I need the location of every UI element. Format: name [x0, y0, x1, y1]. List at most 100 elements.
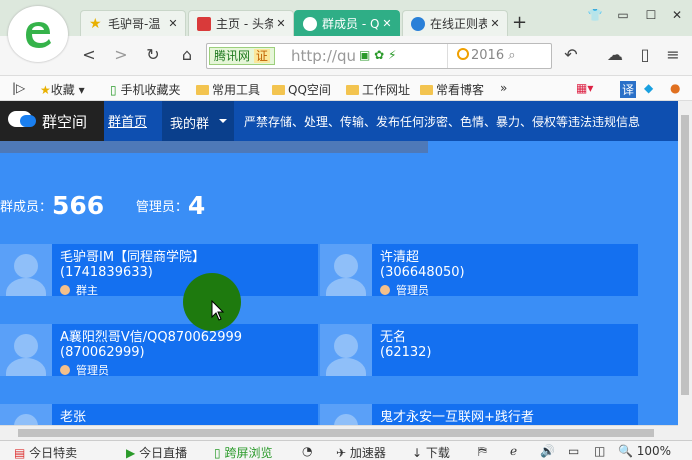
phone-icon: ▯ — [214, 446, 221, 460]
close-icon[interactable]: ✕ — [487, 17, 503, 30]
member-name[interactable]: 无名 — [380, 326, 406, 345]
site-logo[interactable]: 群空间 — [0, 101, 104, 141]
qq-group-icon — [303, 16, 317, 31]
status-history-icon[interactable]: ◔ — [302, 444, 312, 458]
close-icon[interactable]: ✕ — [273, 17, 289, 30]
translate-icon[interactable]: 译 — [620, 81, 637, 98]
member-name[interactable]: 许清超 — [380, 246, 419, 265]
tab-2[interactable]: 主页 - 头条 ✕ — [188, 10, 294, 36]
member-card[interactable]: A襄阳烈哥V信/QQ870062999 (870062999) 管理员 — [0, 324, 318, 377]
status-icon-3[interactable]: ◫ — [594, 444, 605, 458]
member-name[interactable]: 毛驴哥IM【同程商学院】 — [60, 246, 205, 265]
extension-icon-2[interactable]: ● — [670, 81, 680, 95]
status-ie-icon[interactable]: ℯ — [510, 444, 517, 458]
vertical-scrollbar[interactable] — [678, 101, 692, 440]
status-live[interactable]: ▶ 今日直播 — [126, 444, 187, 460]
admins-count: 4 — [187, 191, 206, 220]
sidebar-toggle-icon[interactable]: |▷ — [12, 81, 25, 95]
warning-text: 严禁存储、处理、传输、发布任何涉密、色情、暴力、侵权等违法违规信息 — [244, 115, 641, 129]
avatar[interactable] — [320, 324, 372, 376]
folder-icon — [420, 85, 433, 95]
home-icon[interactable]: ⌂ — [176, 45, 198, 64]
download-icon: ↓ — [412, 446, 423, 460]
bookmark-qzone[interactable]: QQ空间 — [272, 81, 331, 98]
scroll-thumb[interactable] — [681, 115, 689, 395]
bookmarks-more[interactable]: » — [500, 81, 507, 95]
member-card[interactable]: 许清超 (306648050) 管理员 — [320, 244, 638, 298]
bookmark-mobile[interactable]: ▯ 手机收藏夹 — [110, 81, 180, 98]
member-name[interactable]: 鬼才永安一互联网+践行者 — [380, 406, 534, 425]
bookmark-favorites[interactable]: ★收藏 ▾ — [40, 81, 85, 98]
close-icon[interactable]: ✕ — [379, 17, 395, 30]
star-icon: ★ — [89, 15, 102, 32]
avatar[interactable] — [320, 244, 372, 296]
cloud-icon[interactable]: ☁ — [604, 45, 626, 64]
apps-icon[interactable]: ▦▾ — [576, 81, 593, 95]
reload-icon[interactable]: ↻ — [142, 45, 164, 64]
tab-1[interactable]: ★ 毛驴哥-温 ✕ — [80, 10, 186, 36]
banner-stripe — [0, 141, 428, 153]
bookmark-blogs[interactable]: 常看博客 — [420, 81, 484, 98]
skin-icon[interactable]: 👕 — [584, 8, 606, 26]
status-download[interactable]: ↓ 下载 — [412, 444, 450, 460]
members-count: 566 — [52, 191, 105, 220]
member-card[interactable]: 无名 (62132) — [320, 324, 638, 376]
status-sound-icon[interactable]: 🔊 — [540, 444, 555, 458]
toolbar: < > ↻ ⌂ 腾讯网 证 http://qu ▣ ✿ ⚡ 2016 ⌕ ↶ ☁… — [0, 36, 692, 76]
site-nav: 群空间 群首页 我的群 严禁存储、处理、传输、发布任何涉密、色情、暴力、侵权等违… — [0, 101, 678, 141]
menu-icon[interactable]: ≡ — [662, 45, 684, 64]
nav-home[interactable]: 群首页 — [108, 111, 147, 130]
member-role: 管理员 — [380, 282, 429, 298]
browser-e-icon — [18, 14, 58, 54]
horizontal-scrollbar[interactable] — [0, 425, 678, 440]
rocket-icon: ✈ — [336, 446, 347, 460]
address-bar[interactable]: 腾讯网 证 http://qu ▣ ✿ ⚡ 2016 ⌕ — [206, 43, 552, 69]
search-engine-icon — [457, 48, 469, 60]
calendar-icon: ▤ — [14, 446, 26, 460]
tab-4[interactable]: 在线正则表 ✕ — [402, 10, 508, 36]
restore-icon[interactable]: ▭ — [612, 8, 634, 26]
group-stats: 群成员：566 管理员：4 — [0, 191, 205, 220]
avatar[interactable] — [0, 244, 52, 296]
close-icon[interactable]: ✕ — [165, 17, 181, 30]
extension-icon[interactable]: ◆ — [644, 81, 653, 95]
zoom-control[interactable]: 🔍 100% — [618, 444, 671, 458]
avatar[interactable] — [0, 324, 52, 376]
person-icon — [60, 285, 70, 295]
tab-3[interactable]: 群成员 - Q ✕ — [294, 10, 400, 36]
scroll-thumb[interactable] — [18, 429, 654, 437]
search-icon[interactable]: ⌕ — [508, 48, 515, 63]
status-accelerator[interactable]: ✈ 加速器 — [336, 444, 386, 460]
search-box[interactable]: 2016 ⌕ — [457, 48, 516, 63]
extension-icons[interactable]: ▣ ✿ ⚡ — [359, 48, 396, 62]
admins-label: 管理员： — [135, 200, 188, 215]
member-qq: (306648050) — [380, 265, 465, 280]
status-icon-2[interactable]: ▭ — [568, 444, 579, 458]
maximize-icon[interactable]: ☐ — [640, 8, 662, 26]
tab-3-title: 群成员 - Q — [322, 17, 379, 31]
bookmark-tools[interactable]: 常用工具 — [196, 81, 260, 98]
star-icon: ★ — [40, 83, 51, 97]
member-name[interactable]: 老张 — [60, 406, 86, 425]
bookmark-work[interactable]: 工作网址 — [346, 81, 410, 98]
close-window-icon[interactable]: ✕ — [666, 8, 688, 26]
person-icon — [60, 365, 70, 375]
member-card[interactable]: 毛驴哥IM【同程商学院】 (1741839633) 群主 — [0, 244, 318, 297]
phone-icon[interactable]: ▯ — [634, 45, 656, 64]
status-deals[interactable]: ▤ 今日特卖 — [14, 444, 77, 460]
url-text[interactable]: http://qu — [291, 47, 356, 65]
browser-logo[interactable] — [8, 6, 68, 62]
forward-icon[interactable]: > — [110, 45, 132, 64]
site-badge[interactable]: 腾讯网 证 — [209, 47, 275, 65]
status-icon-1[interactable]: ⛿ — [478, 444, 487, 459]
folder-icon — [346, 85, 359, 95]
status-cross-screen[interactable]: ▯ 跨屏浏览 — [214, 444, 272, 460]
mouse-cursor-icon — [211, 300, 225, 321]
folder-icon — [196, 85, 209, 95]
bookmarks-bar: |▷ ★收藏 ▾ ▯ 手机收藏夹 常用工具 QQ空间 工作网址 常看博客 » ▦… — [0, 76, 692, 101]
back-icon[interactable]: < — [78, 45, 100, 64]
undo-icon[interactable]: ↶ — [560, 45, 582, 64]
new-tab-icon[interactable]: + — [512, 12, 527, 33]
site-label: 腾讯网 — [214, 49, 251, 63]
nav-my-group[interactable]: 我的群 — [162, 101, 234, 141]
